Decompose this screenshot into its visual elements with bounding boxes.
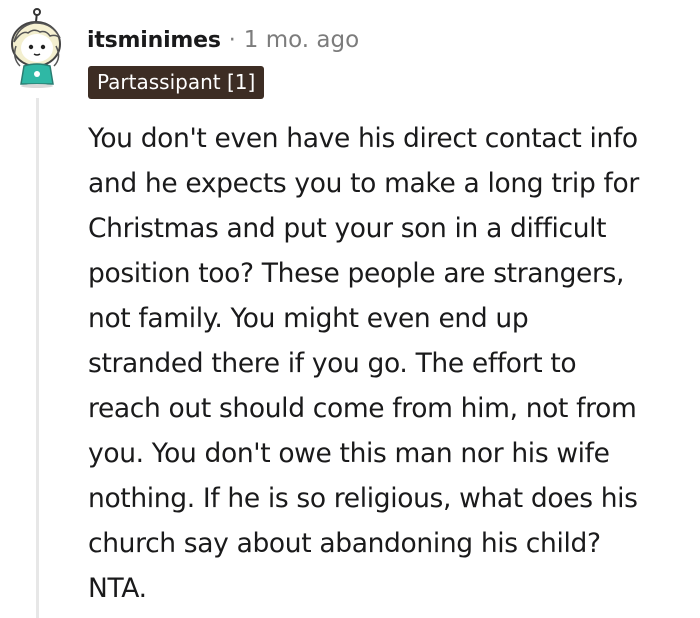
meta-separator: · [228, 27, 236, 53]
comment-body-line: and he expects you to make a long trip f… [88, 168, 639, 199]
comment-body-line: not family. You might even end up [88, 303, 529, 334]
comment-body-line: reach out should come from him, not from [88, 393, 637, 424]
user-avatar[interactable] [6, 8, 72, 88]
comment-body-line: you. You don't owe this man nor his wife [88, 438, 610, 469]
snoo-avatar-icon [11, 8, 61, 88]
comment-body: You don't even have his direct contact i… [88, 116, 694, 611]
comment-timestamp[interactable]: 1 mo. ago [244, 27, 359, 53]
comment-body-line: church say about abandoning his child? [88, 528, 601, 559]
comment-body-line: Christmas and put your son in a difficul… [88, 213, 607, 244]
comment-body-line: nothing. If he is so religious, what doe… [88, 483, 638, 514]
comment-body-line: stranded there if you go. The effort to [88, 348, 577, 379]
comment: itsminimes · 1 mo. ago Partassipant [1] … [0, 0, 700, 618]
author-username[interactable]: itsminimes [87, 28, 221, 53]
user-flair-badge: Partassipant [1] [88, 66, 265, 99]
comment-body-line: position too? These people are strangers… [88, 258, 625, 289]
thread-collapse-line[interactable] [36, 98, 39, 618]
comment-body-line: NTA. [88, 573, 147, 604]
comment-header: itsminimes · 1 mo. ago [87, 24, 359, 56]
comment-body-line: You don't even have his direct contact i… [88, 123, 638, 154]
